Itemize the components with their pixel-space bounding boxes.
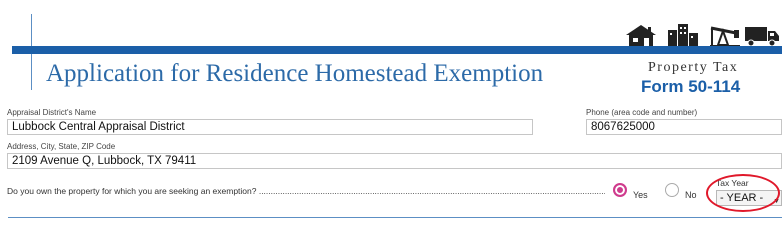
ownership-question: Do you own the property for which you ar… [7,186,605,196]
address-field[interactable]: 2109 Avenue Q, Lubbock, TX 79411 [7,153,782,169]
form-number: Form 50-114 [641,77,741,96]
phone-field[interactable]: 8067625000 [586,119,782,135]
section-divider [8,217,782,218]
oil-pump-icon [710,26,740,47]
header-icons [622,22,782,48]
ownership-no-radio[interactable] [665,183,679,197]
ownership-no-label: No [685,190,697,200]
buildings-icon [668,24,698,47]
form-title: Application for Residence Homestead Exem… [46,60,544,87]
form-category: Property Tax [648,60,739,75]
header-blue-band [12,46,782,54]
appraisal-district-label: Appraisal District's Name [7,108,97,117]
address-label: Address, City, State, ZIP Code [7,142,116,151]
ownership-yes-label: Yes [633,190,648,200]
house-icon [626,25,656,47]
ownership-yes-radio[interactable] [613,183,627,197]
truck-icon [745,27,779,47]
phone-label: Phone (area code and number) [586,108,698,117]
tax-year-highlight-circle [706,174,780,212]
appraisal-district-field[interactable]: Lubbock Central Appraisal District [7,119,533,135]
